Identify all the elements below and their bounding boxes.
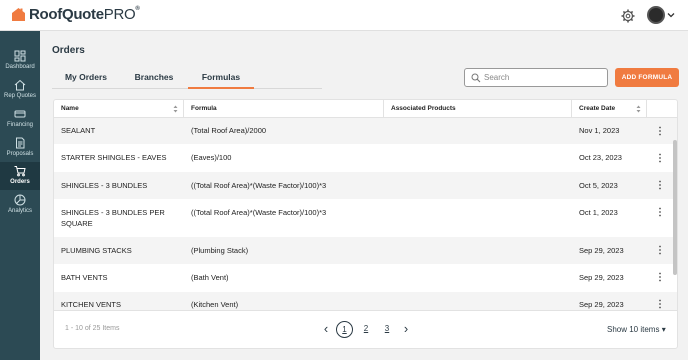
page-size-select[interactable]: Show 10 items ▾ [607,325,666,334]
cell-create-date: Nov 1, 2023 [579,126,620,135]
more-options-icon[interactable] [658,153,662,163]
cell-create-date: Sep 29, 2023 [579,300,624,309]
cell-name: PLUMBING STACKS [61,246,132,255]
cell-name: BATH VENTS [61,273,108,282]
table-row[interactable]: SHINGLES - 3 BUNDLES ((Total Roof Area)*… [54,172,677,199]
item-range-text: 1 - 10 of 25 Items [65,325,120,332]
sort-icon[interactable] [173,105,178,113]
sidebar-item-label: Proposals [6,151,34,157]
search-input[interactable] [484,71,602,84]
logo-text: RoofQuotePRO® [29,6,140,23]
cell-create-date: Oct 23, 2023 [579,153,622,162]
table-footer: 1 - 10 of 25 Items ‹ 1 2 3 › Show 10 ite… [54,310,677,348]
cell-name: KITCHEN VENTS [61,300,122,309]
sidebar-item-analytics[interactable]: Analytics [0,191,40,219]
cell-formula: (Kitchen Vent) [191,300,239,309]
pie-chart-icon [14,194,26,206]
cell-name-continued: SQUARE [61,219,93,228]
sidebar-item-rep-quotes[interactable]: Rep Quotes [0,76,40,104]
tab-formulas[interactable]: Formulas [188,67,254,89]
table-row[interactable]: STARTER SHINGLES - EAVES (Eaves)/100 Oct… [54,144,677,172]
house-icon [14,79,26,91]
sidebar-item-orders[interactable]: Orders [0,162,40,190]
table-body: SEALANT (Total Roof Area)/2000 Nov 1, 20… [54,118,677,310]
more-options-icon[interactable] [658,126,662,136]
column-header-label: Associated Products [391,105,456,112]
cell-formula: ((Total Roof Area)*(Waste Factor)/100)*3 [191,181,327,190]
column-header-label: Name [61,105,79,112]
page-button-3[interactable]: 3 [380,321,394,337]
column-header-name[interactable]: Name [54,100,184,118]
sort-icon[interactable] [636,105,641,113]
sidebar-item-label: Rep Quotes [3,93,37,99]
search-box[interactable] [464,68,608,87]
sidebar-item-financing[interactable]: Financing [0,105,40,133]
chevron-down-icon[interactable] [667,11,675,19]
search-icon [471,73,481,83]
column-header-associated-products[interactable]: Associated Products [384,100,572,118]
prev-page-button[interactable]: ‹ [321,321,331,337]
table-row[interactable]: SHINGLES - 3 BUNDLES PER SQUARE ((Total … [54,199,677,237]
cell-create-date: Oct 1, 2023 [579,208,618,217]
more-options-icon[interactable] [658,245,662,255]
page-button-1[interactable]: 1 [336,321,353,338]
tab-bar: My Orders Branches Formulas [52,67,322,89]
avatar[interactable] [647,6,665,24]
table-scrollbar[interactable] [673,140,677,275]
tab-my-orders[interactable]: My Orders [52,67,120,89]
cell-formula: ((Total Roof Area)*(Waste Factor)/100)*3 [191,208,327,217]
cell-formula: (Eaves)/100 [191,153,232,162]
add-formula-button[interactable]: ADD FORMULA [615,68,679,87]
more-options-icon[interactable] [658,180,662,190]
cell-create-date: Sep 29, 2023 [579,273,624,282]
house-logo-icon [12,8,25,21]
table-row[interactable]: BATH VENTS (Bath Vent) Sep 29, 2023 [54,264,677,292]
cell-name: SEALANT [61,126,96,135]
sidebar-item-label: Financing [6,122,33,128]
cell-formula: (Total Roof Area)/2000 [191,126,267,135]
cell-create-date: Oct 5, 2023 [579,181,618,190]
sidebar-item-proposals[interactable]: Proposals [0,134,40,162]
document-icon [16,137,25,149]
more-options-icon[interactable] [658,272,662,282]
formulas-table: Name Formula Associated Products Create … [53,99,678,349]
cell-name: SHINGLES - 3 BUNDLES PER [61,208,165,217]
more-options-icon[interactable] [658,299,662,309]
column-header-formula[interactable]: Formula [184,100,384,118]
next-page-button[interactable]: › [401,321,411,337]
cell-formula: (Plumbing Stack) [191,246,249,255]
more-options-icon[interactable] [658,207,662,217]
column-header-label: Create Date [579,105,616,112]
cart-icon [14,166,26,177]
page-button-2[interactable]: 2 [359,321,373,337]
page-title: Orders [52,45,85,56]
dashboard-icon [14,50,26,62]
truck-icon [14,110,26,118]
tab-branches[interactable]: Branches [120,67,188,89]
table-header: Name Formula Associated Products Create … [54,100,677,118]
cell-formula: (Bath Vent) [191,273,229,282]
table-row[interactable]: SEALANT (Total Roof Area)/2000 Nov 1, 20… [54,118,677,144]
sidebar-item-label: Orders [10,179,30,185]
gear-icon[interactable] [621,9,635,23]
sidebar-item-label: Analytics [7,208,32,214]
table-row[interactable]: PLUMBING STACKS (Plumbing Stack) Sep 29,… [54,237,677,264]
cell-name: STARTER SHINGLES - EAVES [61,153,167,162]
column-header-create-date[interactable]: Create Date [572,100,647,118]
sidebar-item-dashboard[interactable]: Dashboard [0,47,40,75]
table-row[interactable]: KITCHEN VENTS (Kitchen Vent) Sep 29, 202… [54,292,677,310]
sidebar-item-label: Dashboard [5,64,35,70]
column-header-label: Formula [191,105,217,112]
cell-name: SHINGLES - 3 BUNDLES [61,181,148,190]
cell-create-date: Sep 29, 2023 [579,246,624,255]
top-bar: RoofQuotePRO® [0,0,688,31]
sidebar: Dashboard Rep Quotes Financing Proposals… [0,31,40,360]
app-logo[interactable]: RoofQuotePRO® [11,6,140,23]
